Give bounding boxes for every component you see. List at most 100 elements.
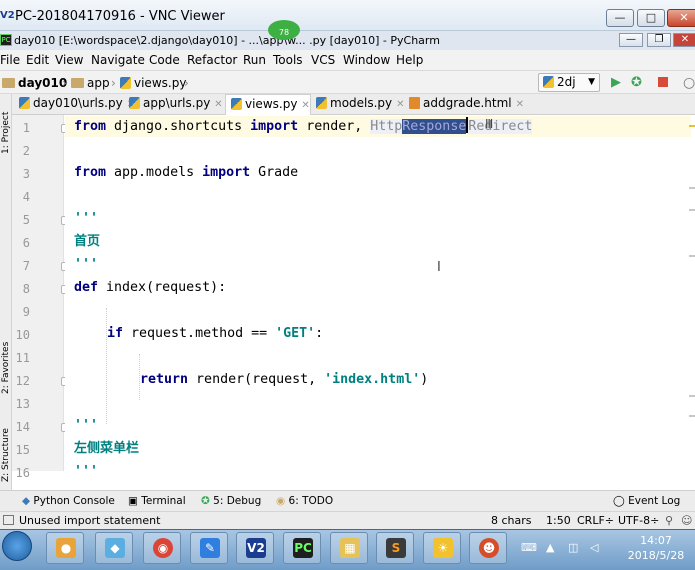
- tray-icon[interactable]: ⌨: [521, 541, 537, 554]
- menu-help[interactable]: Help: [396, 52, 423, 68]
- pycharm-icon: PC: [0, 34, 12, 46]
- start-button[interactable]: [2, 531, 32, 561]
- pycharm-window-title: day010 [E:\wordspace\2.django\day010] - …: [14, 34, 440, 47]
- show-hidden-icons[interactable]: ▲: [546, 541, 554, 554]
- marker[interactable]: [689, 415, 695, 417]
- line-separator[interactable]: CRLF÷: [577, 514, 614, 528]
- volume-icon[interactable]: ◁: [590, 541, 598, 554]
- run-icon[interactable]: ▶: [611, 75, 621, 91]
- status-message: Unused import statement: [19, 514, 161, 527]
- line-number: 5: [22, 213, 30, 227]
- menu-vcs[interactable]: VCS: [311, 52, 335, 68]
- code-line-10: if request.method == 'GET':: [107, 326, 324, 341]
- pycharm-restore-button[interactable]: ❐: [647, 33, 671, 47]
- marker[interactable]: [689, 187, 695, 189]
- file-encoding[interactable]: UTF-8÷: [618, 514, 659, 528]
- tab-app-urls[interactable]: app\urls.py ✕: [124, 94, 223, 115]
- menu-edit[interactable]: Edit: [26, 52, 49, 68]
- taskbar-app[interactable]: ☀: [423, 532, 461, 564]
- marker[interactable]: [689, 209, 695, 211]
- selection-chars: 8 chars: [491, 514, 532, 527]
- menu-navigate[interactable]: Navigate: [91, 52, 145, 68]
- chrome-icon: ◉: [153, 538, 173, 558]
- taskbar-vnc[interactable]: V2: [236, 532, 274, 564]
- tab-views[interactable]: views.py ✕: [225, 94, 311, 115]
- network-icon[interactable]: ◫: [568, 541, 578, 554]
- code-line-8: def index(request):: [74, 280, 227, 295]
- close-icon[interactable]: ✕: [214, 99, 222, 110]
- line-number: 4: [22, 190, 30, 204]
- breadcrumb-project[interactable]: day010: [2, 75, 67, 91]
- close-icon[interactable]: ✕: [516, 99, 524, 110]
- todo-icon: ◉: [276, 495, 286, 507]
- system-clock[interactable]: 14:07 2018/5/28: [622, 533, 690, 563]
- menu-tools[interactable]: Tools: [273, 52, 303, 68]
- breadcrumb-app[interactable]: app: [71, 75, 110, 91]
- code-line-5: ''': [74, 211, 99, 226]
- vnc-window-title: PC-201804170916 - VNC Viewer: [15, 9, 225, 24]
- python-console-tab[interactable]: ◆ Python Console: [22, 494, 115, 509]
- event-log-tab[interactable]: ◯ Event Log: [613, 494, 680, 509]
- app-icon: ●: [56, 538, 76, 558]
- debug-tab[interactable]: ✪ 5: Debug: [201, 494, 261, 509]
- menu-code[interactable]: Code: [149, 52, 180, 68]
- vnc-close-button[interactable]: ✕: [667, 9, 695, 27]
- python-file-icon: [231, 98, 242, 110]
- line-number: 16: [15, 466, 30, 480]
- app-icon: ☻: [479, 538, 499, 558]
- todo-tab[interactable]: ◉ 6: TODO: [276, 494, 333, 509]
- screen: V2 PC-201804170916 - VNC Viewer — □ ✕ PC…: [0, 0, 695, 570]
- taskbar-app[interactable]: ◆: [95, 532, 133, 564]
- pycharm-close-button[interactable]: ✕: [673, 33, 695, 47]
- search-icon[interactable]: ○: [683, 75, 695, 91]
- debug-icon[interactable]: ✪: [631, 75, 642, 91]
- marker[interactable]: [689, 255, 695, 257]
- lock-icon[interactable]: ⚲: [665, 514, 673, 528]
- menu-file[interactable]: File: [0, 52, 20, 68]
- close-icon[interactable]: ✕: [301, 100, 309, 111]
- line-number: 7: [22, 259, 30, 273]
- taskbar-app[interactable]: ☻: [469, 532, 507, 564]
- taskbar-sublime[interactable]: S: [376, 532, 414, 564]
- inspector-icon[interactable]: ☺: [681, 514, 692, 528]
- menu-view[interactable]: View: [55, 52, 83, 68]
- python-file-icon: [316, 97, 327, 109]
- toggle-tool-windows-icon[interactable]: [3, 515, 14, 525]
- tab-addgrade[interactable]: addgrade.html ✕: [404, 94, 524, 115]
- line-number: 2: [22, 144, 30, 158]
- line-number: 10: [15, 328, 30, 342]
- menu-refactor[interactable]: Refactor: [187, 52, 237, 68]
- taskbar-app[interactable]: ●: [46, 532, 84, 564]
- breadcrumb-file[interactable]: views.py: [120, 75, 186, 91]
- python-file-icon: [129, 97, 140, 109]
- line-number: 14: [15, 420, 30, 434]
- taskbar-explorer[interactable]: ▦: [330, 532, 368, 564]
- html-file-icon: [409, 97, 420, 109]
- line-number: 3: [22, 167, 30, 181]
- taskbar-pycharm[interactable]: PC: [283, 532, 321, 564]
- tab-day010-urls[interactable]: day010\urls.py✕: [14, 94, 135, 115]
- code-editor[interactable]: from django.shortcuts import render, Htt…: [65, 115, 691, 471]
- chevron-down-icon: ▼: [588, 77, 595, 87]
- marker[interactable]: [689, 395, 695, 397]
- tab-models[interactable]: models.py ✕: [311, 94, 405, 115]
- stop-icon[interactable]: [658, 77, 668, 87]
- menu-window[interactable]: Window: [343, 52, 390, 68]
- tool-window-tabs: ◆ Python Console ▣ Terminal ✪ 5: Debug ◉…: [0, 490, 695, 511]
- vnc-maximize-button[interactable]: □: [637, 9, 665, 27]
- chevron-right-icon: ›: [62, 76, 67, 90]
- code-line-3: from app.models import Grade: [74, 165, 299, 180]
- menu-run[interactable]: Run: [243, 52, 266, 68]
- folder-icon: ▦: [340, 538, 360, 558]
- caret-position[interactable]: 1:50: [546, 514, 571, 528]
- pycharm-minimize-button[interactable]: —: [619, 33, 643, 47]
- mouse-text-cursor-icon: Ⅲ: [485, 117, 494, 131]
- terminal-tab[interactable]: ▣ Terminal: [128, 494, 186, 509]
- code-line-7: ''': [74, 257, 99, 272]
- taskbar-app[interactable]: ✎: [190, 532, 228, 564]
- taskbar-chrome[interactable]: ◉: [143, 532, 181, 564]
- warning-marker[interactable]: [689, 125, 695, 127]
- run-config-select[interactable]: 2dj ▼: [538, 73, 600, 92]
- app-icon: ✎: [200, 538, 220, 558]
- vnc-minimize-button[interactable]: —: [606, 9, 634, 27]
